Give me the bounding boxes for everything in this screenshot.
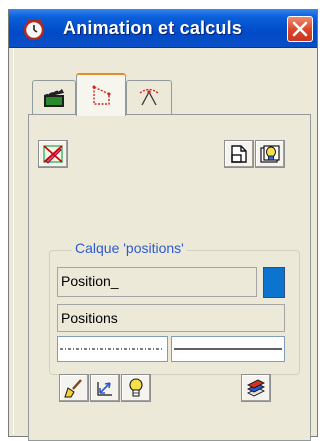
layer-visibility-button[interactable] — [255, 140, 285, 168]
layer-group-label: Calque 'positions' — [72, 240, 187, 256]
animation-calculs-window: Animation et calculs Calque 'positions' … — [8, 9, 318, 441]
dash-dot-line — [60, 348, 164, 350]
layers-stack-button[interactable] — [241, 374, 271, 402]
tab-animation[interactable] — [32, 80, 76, 114]
paint-brush-icon — [64, 379, 82, 398]
crossed-edit-icon — [43, 145, 63, 164]
clock-icon — [23, 18, 45, 41]
layer-color-swatch[interactable] — [263, 267, 285, 298]
layer-visibility-icon — [260, 145, 280, 163]
title-bar[interactable]: Animation et calculs — [9, 10, 317, 48]
line-style-solid-select[interactable] — [171, 336, 285, 362]
layer-type-field[interactable]: Positions — [57, 304, 285, 332]
film-clapper-icon — [44, 87, 64, 107]
close-button[interactable] — [287, 16, 313, 42]
new-document-icon — [231, 145, 247, 163]
move-arrows-button[interactable] — [90, 374, 120, 402]
close-icon — [292, 21, 308, 37]
tab-angles[interactable] — [126, 80, 172, 114]
window-title: Animation et calculs — [63, 18, 243, 38]
delete-edit-button[interactable] — [38, 140, 68, 168]
tab-positions[interactable] — [76, 73, 126, 116]
dotted-corner-shape-icon — [92, 85, 111, 105]
light-bulb-icon — [129, 378, 143, 397]
angle-compass-icon — [139, 88, 159, 105]
line-style-dashed-select[interactable] — [57, 336, 168, 362]
light-bulb-button[interactable] — [121, 374, 151, 402]
new-document-button[interactable] — [224, 140, 254, 168]
paint-brush-button[interactable] — [59, 374, 89, 402]
layer-name-field[interactable]: Position_ — [57, 267, 257, 297]
move-arrows-icon — [97, 382, 112, 396]
layers-stack-icon — [246, 379, 266, 397]
solid-line — [174, 348, 282, 350]
